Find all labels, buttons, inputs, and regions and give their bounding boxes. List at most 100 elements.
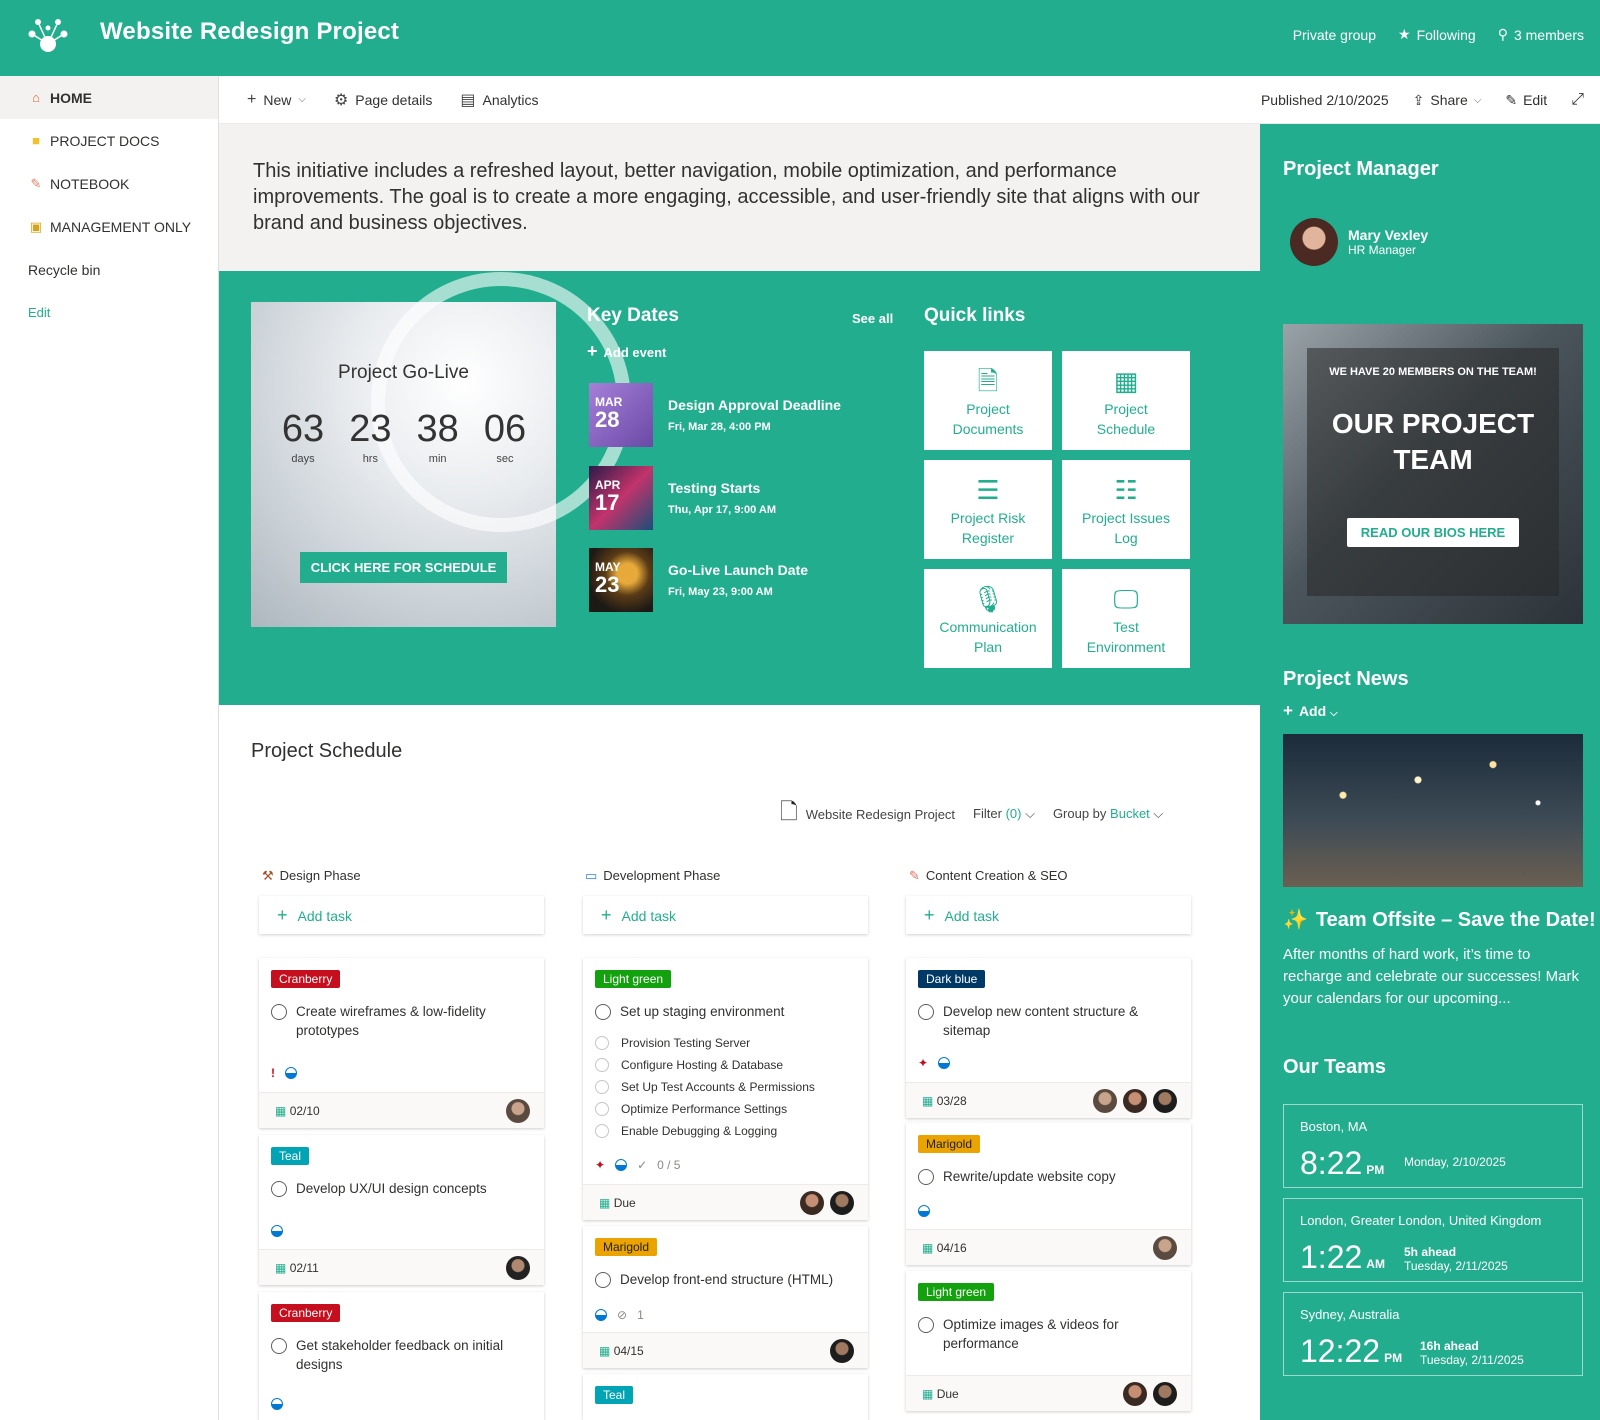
following-button[interactable]: ★ Following [1398, 26, 1476, 43]
complete-checkbox[interactable] [271, 1181, 287, 1197]
nav-item-notebook[interactable]: ✎ NOTEBOOK [0, 162, 218, 205]
site-logo-icon[interactable] [24, 16, 74, 56]
progress-icon [938, 1057, 951, 1069]
add-task-button[interactable]: + Add task [583, 896, 868, 934]
plus-icon: + [587, 341, 598, 361]
task-card[interactable]: Teal [583, 1374, 868, 1420]
checklist-item[interactable]: Configure Hosting & Database [595, 1058, 783, 1072]
progress-icon [595, 1309, 607, 1321]
add-task-button[interactable]: + Add task [259, 896, 544, 934]
task-indicators: ! [271, 1066, 297, 1080]
checklist-item[interactable]: Optimize Performance Settings [595, 1102, 787, 1116]
nav-item-project-docs[interactable]: ■ PROJECT DOCS [0, 119, 218, 162]
task-title: Develop UX/UI design concepts [296, 1181, 487, 1196]
filter-button[interactable]: Filter (0) ⌵ [973, 806, 1035, 822]
quick-link-communication-plan[interactable]: 🎙 Communication Plan [924, 569, 1052, 668]
team-banner-caption: WE HAVE 20 MEMBERS ON THE TEAM! [1329, 366, 1537, 378]
task-card[interactable]: Dark blue Develop new content structure … [906, 958, 1191, 1118]
task-title-row: Create wireframes & low-fidelity prototy… [271, 1002, 531, 1040]
site-title[interactable]: Website Redesign Project [100, 18, 399, 46]
quick-link-issues-log[interactable]: ☷ Project Issues Log [1062, 460, 1190, 559]
event-date-thumb: MAY 23 [589, 548, 653, 612]
complete-checkbox[interactable] [595, 1272, 611, 1288]
task-card[interactable]: Marigold Develop front-end structure (HT… [583, 1226, 868, 1368]
assignee-avatar[interactable] [1153, 1382, 1177, 1406]
quick-link-test-environment[interactable]: 🖵 Test Environment [1062, 569, 1190, 668]
analytics-button[interactable]: ▤ Analytics [460, 90, 538, 110]
due-date: 02/10 [289, 1104, 320, 1118]
news-title-row[interactable]: ✨ Team Offsite – Save the Date! [1283, 907, 1596, 932]
analytics-label: Analytics [482, 91, 539, 108]
task-card[interactable]: Cranberry Create wireframes & low-fideli… [259, 958, 544, 1128]
page-details-button[interactable]: ⚙ Page details [334, 90, 432, 110]
complete-checkbox[interactable] [271, 1004, 287, 1020]
expand-icon[interactable]: ⤢ [1571, 91, 1584, 109]
checklist-item[interactable]: Provision Testing Server [595, 1036, 750, 1050]
assignee-avatar[interactable] [1153, 1089, 1177, 1113]
calendar-icon: ▦ [922, 1387, 934, 1401]
new-button[interactable]: + New ⌵ [247, 91, 306, 109]
assignee-avatar[interactable] [830, 1339, 854, 1363]
add-task-button[interactable]: + Add task [906, 896, 1191, 934]
assignee-avatar[interactable] [1153, 1236, 1177, 1260]
checklist-checkbox[interactable] [595, 1102, 609, 1116]
members-button[interactable]: ⚲ 3 members [1498, 26, 1584, 43]
checklist-checkbox[interactable] [595, 1124, 609, 1138]
task-title: Rewrite/update website copy [943, 1169, 1116, 1184]
countdown-minutes: 38 [416, 408, 459, 450]
checklist-item[interactable]: Enable Debugging & Logging [595, 1124, 777, 1138]
quick-link-project-schedule[interactable]: ▦ Project Schedule [1062, 351, 1190, 450]
quick-link-label: Schedule [1096, 421, 1156, 437]
task-card[interactable]: Teal Develop UX/UI design concepts ▦ 02/… [259, 1135, 544, 1285]
complete-checkbox[interactable] [271, 1338, 287, 1354]
checklist-checkbox[interactable] [595, 1058, 609, 1072]
task-card[interactable]: Marigold Rewrite/update website copy ▦ 0… [906, 1123, 1191, 1265]
assignee-avatar[interactable] [506, 1099, 530, 1123]
assignee-avatar[interactable] [1123, 1382, 1147, 1406]
label-tag: Marigold [918, 1135, 981, 1153]
task-card[interactable]: Light green Optimize images & videos for… [906, 1271, 1191, 1411]
event-item[interactable]: MAY 23 Go-Live Launch Date Fri, May 23, 9… [589, 548, 808, 612]
schedule-button[interactable]: CLICK HERE FOR SCHEDULE [300, 552, 507, 583]
assignee-avatar[interactable] [800, 1191, 824, 1215]
quick-links-title: Quick links [924, 305, 1026, 326]
add-event-button[interactable]: + Add event [587, 341, 666, 362]
task-title: Develop new content structure & sitemap [943, 1004, 1139, 1038]
complete-checkbox[interactable] [918, 1004, 934, 1020]
event-item[interactable]: APR 17 Testing Starts Thu, Apr 17, 9:00 A… [589, 466, 776, 530]
assignee-avatar[interactable] [1093, 1089, 1117, 1113]
see-all-link[interactable]: See all [852, 311, 893, 326]
checklist-item[interactable]: Set Up Test Accounts & Permissions [595, 1080, 815, 1094]
checklist-checkbox[interactable] [595, 1080, 609, 1094]
project-manager-card[interactable]: Mary Vexley HR Manager [1290, 218, 1428, 266]
share-button[interactable]: ⇪ Share ⌵ [1413, 92, 1482, 109]
complete-checkbox[interactable] [918, 1169, 934, 1185]
bucket-title: Content Creation & SEO [925, 868, 1068, 883]
read-bios-button[interactable]: READ OUR BIOS HERE [1346, 518, 1520, 547]
group-by-button[interactable]: Group by Bucket ⌵ [1053, 806, 1163, 822]
complete-checkbox[interactable] [595, 1004, 611, 1020]
assignee-avatar[interactable] [506, 1256, 530, 1280]
news-image[interactable] [1283, 734, 1583, 887]
task-title-row: Rewrite/update website copy [918, 1167, 1178, 1186]
news-add-button[interactable]: + Add ⌵ [1283, 701, 1338, 721]
nav-item-recycle-bin[interactable]: Recycle bin [0, 248, 218, 291]
nav-item-home[interactable]: ⌂ HOME [0, 76, 218, 119]
task-footer: ▦ 04/16 [906, 1229, 1191, 1265]
hammer-icon: ⚒ [262, 868, 274, 883]
event-item[interactable]: MAR 28 Design Approval Deadline Fri, Mar … [589, 383, 841, 447]
assignee-avatar[interactable] [1123, 1089, 1147, 1113]
quick-link-risk-register[interactable]: ☰ Project Risk Register [924, 460, 1052, 559]
nav-item-management-only[interactable]: ▣ MANAGEMENT ONLY [0, 205, 218, 248]
nav-edit-link[interactable]: Edit [0, 291, 218, 334]
star-icon: ★ [1398, 26, 1411, 42]
task-card[interactable]: Light green Set up staging environment P… [583, 958, 868, 1220]
task-card[interactable]: Cranberry Get stakeholder feedback on in… [259, 1292, 544, 1420]
quick-link-project-documents[interactable]: 🗎 Project Documents [924, 351, 1052, 450]
complete-checkbox[interactable] [918, 1317, 934, 1333]
attachment-count: 1 [637, 1308, 644, 1322]
edit-button[interactable]: ✎ Edit [1505, 92, 1547, 109]
assignee-avatar[interactable] [830, 1191, 854, 1215]
checklist-checkbox[interactable] [595, 1036, 609, 1050]
plan-link[interactable]: 🗋 Website Redesign Project [780, 795, 955, 833]
